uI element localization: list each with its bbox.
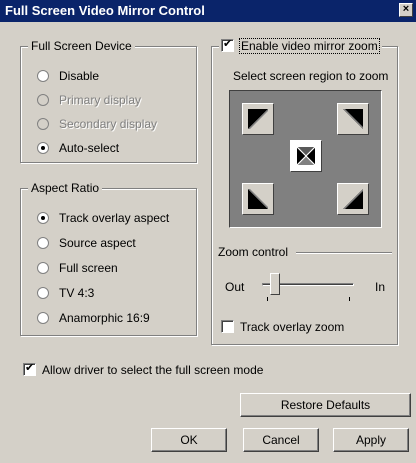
radio-label: Anamorphic 16:9: [59, 311, 150, 325]
title-bar: Full Screen Video Mirror Control ×: [0, 0, 416, 22]
aspect-ratio-legend: Aspect Ratio: [28, 181, 103, 195]
radio-indicator[interactable]: [37, 70, 49, 82]
zoom-in-label: In: [375, 280, 386, 294]
allow-driver-option[interactable]: Allow driver to select the full screen m…: [23, 361, 283, 378]
select-region-label: Select screen region to zoom: [233, 69, 389, 83]
radio-indicator[interactable]: [37, 312, 49, 324]
radio-indicator[interactable]: [37, 142, 49, 154]
zoom-control-separator: [296, 252, 392, 254]
close-button[interactable]: ×: [399, 3, 413, 17]
cancel-button[interactable]: Cancel: [243, 428, 319, 452]
arrow-bottom-left-icon: [248, 189, 268, 209]
radio-label: Secondary display: [59, 117, 158, 131]
radio-label: Track overlay aspect: [59, 211, 170, 225]
zoom-center-button[interactable]: [290, 140, 322, 172]
zoom-region-selector: [229, 90, 382, 228]
zoom-bottom-right-button[interactable]: [337, 183, 369, 215]
allow-driver-checkbox[interactable]: [23, 361, 36, 376]
zoom-out-label: Out: [225, 280, 245, 294]
enable-zoom-legend[interactable]: Enable video mirror zoom: [219, 37, 382, 54]
zoom-slider[interactable]: [258, 273, 360, 303]
arrow-top-right-icon: [343, 109, 363, 129]
radio-label: Full screen: [59, 261, 118, 275]
zoom-top-left-button[interactable]: [242, 103, 274, 135]
arrow-bottom-right-icon: [343, 189, 363, 209]
radio-label: TV 4:3: [59, 286, 95, 300]
radio-indicator[interactable]: [37, 287, 49, 299]
enable-zoom-label: Enable video mirror zoom: [239, 38, 380, 54]
zoom-top-right-button[interactable]: [337, 103, 369, 135]
full-screen-device-group: Full Screen Device Disable Primary displ…: [20, 39, 197, 163]
radio-indicator[interactable]: [37, 262, 49, 274]
aspect-ratio-group: Aspect Ratio Track overlay aspect Source…: [20, 181, 197, 336]
radio-label: Auto-select: [59, 141, 120, 155]
slider-tick-max: [349, 297, 350, 301]
radio-indicator: [37, 118, 49, 130]
ok-button[interactable]: OK: [151, 428, 227, 452]
arrow-top-left-icon: [248, 109, 268, 129]
radio-label: Disable: [59, 69, 100, 83]
track-overlay-zoom-option[interactable]: Track overlay zoom: [221, 319, 371, 335]
full-screen-device-legend: Full Screen Device: [28, 39, 135, 53]
radio-label: Primary display: [59, 93, 142, 107]
track-overlay-zoom-checkbox[interactable]: [221, 320, 234, 333]
radio-indicator[interactable]: [37, 237, 49, 249]
radio-label: Source aspect: [59, 236, 136, 250]
radio-indicator: [37, 94, 49, 106]
track-overlay-zoom-label: Track overlay zoom: [240, 320, 345, 334]
radio-indicator[interactable]: [37, 212, 49, 224]
slider-tick-min: [267, 297, 268, 301]
restore-defaults-button[interactable]: Restore Defaults: [240, 393, 411, 417]
allow-driver-label: Allow driver to select the full screen m…: [42, 363, 264, 377]
arrow-center-icon: [296, 146, 316, 166]
zoom-bottom-left-button[interactable]: [242, 183, 274, 215]
zoom-control-label: Zoom control: [218, 245, 289, 259]
apply-button[interactable]: Apply: [333, 428, 409, 452]
enable-zoom-checkbox[interactable]: [221, 37, 234, 52]
slider-thumb[interactable]: [270, 273, 281, 295]
window-title: Full Screen Video Mirror Control: [5, 3, 205, 18]
